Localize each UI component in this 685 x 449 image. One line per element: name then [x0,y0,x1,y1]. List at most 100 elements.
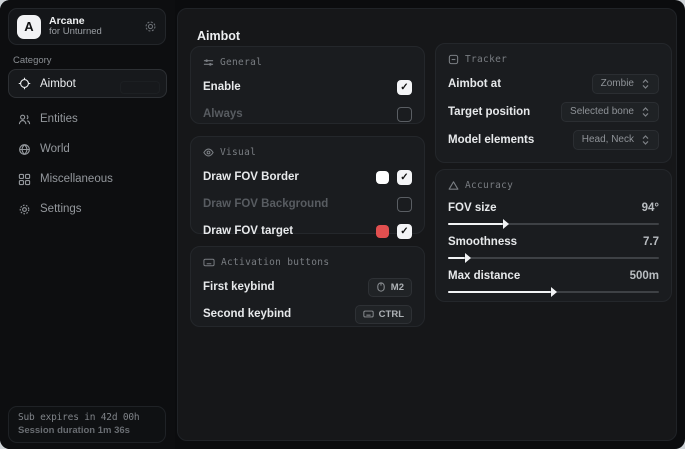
setting-label: Max distance [448,270,520,282]
panel-general-header: General [203,57,412,68]
dropdown-value: Selected bone [570,106,634,117]
triangle-icon [448,180,459,191]
slider-value: 7.7 [643,236,659,248]
slider-row-fov-size: FOV size 94° [448,200,659,225]
color-swatch[interactable] [376,225,389,238]
setting-label: Draw FOV Border [203,171,299,183]
entities-icon [18,113,31,126]
sidebar: A Arcane for Unturned Category A [0,0,175,449]
sidebar-item-label: World [40,143,70,155]
sidebar-item-entities[interactable]: Entities [8,104,167,134]
slider-value: 500m [630,270,659,282]
mouse-icon [376,282,386,292]
keybind-button-first[interactable]: M2 [368,278,412,297]
checkbox-enable[interactable] [397,80,412,95]
eye-icon [203,147,214,158]
sidebar-nav: Aimbot Entities World [0,69,175,224]
sidebar-item-aimbot[interactable]: Aimbot [8,69,167,98]
setting-label: First keybind [203,281,275,293]
max-distance-slider[interactable] [448,291,659,293]
dropdown-value: Zombie [601,78,634,89]
app-header-card: A Arcane for Unturned [8,8,166,45]
dropdown-value: Head, Neck [582,134,634,145]
setting-row-fov-target: Draw FOV target [203,223,412,239]
fov-size-slider[interactable] [448,223,659,225]
setting-row-first-keybind: First keybind M2 [203,279,412,295]
setting-row-fov-border: Draw FOV Border [203,169,412,185]
checkbox-always[interactable] [397,107,412,122]
sidebar-item-world[interactable]: World [8,134,167,164]
setting-label: Always [203,108,243,120]
sliders-icon [203,57,214,68]
sidebar-item-settings[interactable]: Settings [8,194,167,224]
slider-row-max-distance: Max distance 500m [448,268,659,293]
smoothness-slider[interactable] [448,257,659,259]
slider-fill [448,291,551,293]
setting-label: FOV size [448,202,497,214]
setting-row-target-position: Target position Selected bone [448,102,659,121]
page-title: Aimbot [197,29,240,43]
panel-visual-header: Visual [203,147,412,158]
app-names: Arcane for Unturned [49,15,102,38]
slider-fill [448,257,465,259]
sidebar-item-miscellaneous[interactable]: Miscellaneous [8,164,167,194]
panel-accuracy-header: Accuracy [448,180,659,191]
session-duration-text: Session duration 1m 36s [18,425,156,436]
panel-activation-header: Activation buttons [203,257,412,268]
keybind-button-second[interactable]: CTRL [355,305,412,324]
globe-icon [18,143,31,156]
chevron-up-down-icon [641,107,650,117]
setting-row-fov-background: Draw FOV Background [203,196,412,212]
checkbox-fov-background[interactable] [397,197,412,212]
chevron-up-down-icon [641,79,650,89]
sidebar-item-label: Miscellaneous [40,173,113,185]
setting-label: Draw FOV target [203,225,293,237]
keyboard-icon [203,257,215,268]
checkbox-fov-target[interactable] [397,224,412,239]
setting-row-enable: Enable [203,79,412,95]
setting-label: Smoothness [448,236,517,248]
main-content: Aimbot General Enable Always [177,8,677,441]
app-window: A Arcane for Unturned Category A [0,0,685,449]
panel-tracker: Tracker Aimbot at Zombie Target position… [435,43,672,163]
setting-label: Second keybind [203,308,291,320]
target-box-icon [448,54,459,65]
dropdown-target-position[interactable]: Selected bone [561,102,659,122]
sidebar-item-label: Entities [40,113,78,125]
panel-tracker-header: Tracker [448,54,659,65]
setting-label: Draw FOV Background [203,198,328,210]
keybind-value: M2 [391,282,404,293]
panel-title: Tracker [465,54,507,65]
slider-row-smoothness: Smoothness 7.7 [448,234,659,259]
chevron-up-down-icon [641,135,650,145]
crosshair-icon [18,77,31,90]
panel-activation-buttons: Activation buttons First keybind M2 Seco… [190,246,425,327]
sidebar-item-label: Settings [40,203,82,215]
gear-icon[interactable] [144,20,157,33]
panel-visual: Visual Draw FOV Border Draw FOV Backgrou… [190,136,425,234]
checkbox-fov-border[interactable] [397,170,412,185]
setting-label: Target position [448,106,530,118]
panel-title: Activation buttons [221,257,329,268]
setting-label: Aimbot at [448,78,501,90]
setting-row-aimbot-at: Aimbot at Zombie [448,74,659,93]
sidebar-item-label: Aimbot [40,78,76,90]
panel-title: General [220,57,262,68]
panel-title: Accuracy [465,180,513,191]
app-logo: A [17,15,41,39]
subscription-card: Sub expires in 42d 00h Session duration … [8,406,166,443]
category-label: Category [13,55,52,66]
sub-expiry-text: Sub expires in 42d 00h [18,412,156,423]
setting-row-second-keybind: Second keybind CTRL [203,306,412,322]
dropdown-aimbot-at[interactable]: Zombie [592,74,659,94]
keybind-value: CTRL [379,309,404,320]
slider-value: 94° [642,202,659,214]
keyboard-icon [363,309,374,319]
app-subtitle: for Unturned [49,27,102,38]
slider-fill [448,223,503,225]
dropdown-model-elements[interactable]: Head, Neck [573,130,659,150]
panel-accuracy: Accuracy FOV size 94° Smoothness 7.7 [435,169,672,302]
setting-row-model-elements: Model elements Head, Neck [448,130,659,149]
panel-general: General Enable Always [190,46,425,124]
color-swatch[interactable] [376,171,389,184]
